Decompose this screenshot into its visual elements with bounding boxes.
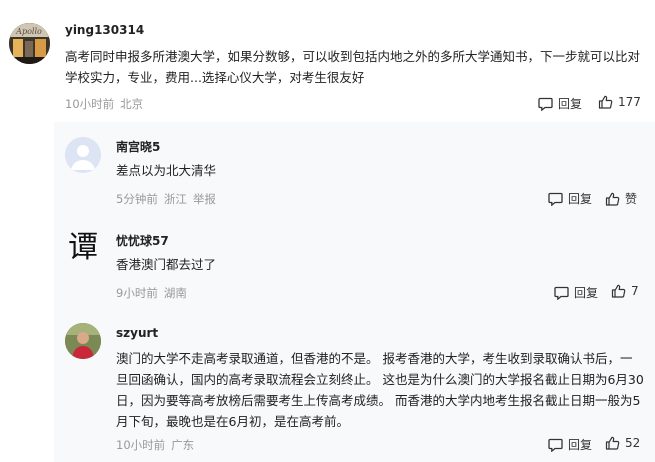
reply-3-username[interactable]: szyurt [116, 326, 158, 340]
reply-1-like-button[interactable]: 赞 [605, 190, 637, 207]
reply-2-like-count: 7 [631, 284, 639, 298]
avatar-reply-1[interactable] [65, 137, 101, 173]
avatar-reply-2[interactable]: 谭 [65, 230, 101, 266]
reply-1-reply-button[interactable]: 回复 [548, 190, 592, 207]
comment-icon [548, 192, 563, 206]
reply-2-time: 9小时前 [116, 286, 158, 300]
reply-1-time: 5分钟前 [116, 192, 158, 206]
avatar-photo-icon: Apollo [9, 23, 50, 64]
thumbs-up-icon [605, 436, 620, 450]
main-reply-button[interactable]: 回复 [538, 95, 582, 112]
reply-2-text: 香港澳门都去过了 [116, 257, 217, 272]
reply-1-reply-label: 回复 [568, 192, 593, 206]
reply-3-like-count: 52 [625, 436, 641, 450]
reply-3-like-button[interactable]: 52 [605, 436, 640, 450]
main-like-count: 177 [618, 95, 641, 109]
reply-3-reply-label: 回复 [568, 438, 593, 452]
comment-icon [554, 286, 569, 300]
comment-icon [548, 438, 563, 452]
reply-3-time: 10小时前 [116, 438, 166, 452]
reply-2-reply-button[interactable]: 回复 [554, 284, 598, 301]
avatar-reply-2-char: 谭 [68, 230, 98, 265]
reply-2-username[interactable]: 忧忧球57 [116, 232, 169, 249]
reply-1-location: 浙江 [163, 192, 187, 206]
thumbs-up-icon [598, 95, 613, 109]
main-meta: 10小时前 北京 [65, 96, 149, 112]
svg-text:Apollo: Apollo [15, 27, 42, 36]
default-avatar-icon [65, 137, 101, 173]
reply-3-meta: 10小时前 广东 [116, 437, 200, 453]
main-location: 北京 [120, 97, 144, 111]
main-comment-text: 高考同时申报多所港澳大学，如果分数够，可以收到包括内地之外的多所大学通知书，下一… [65, 49, 641, 85]
thumbs-up-icon [605, 192, 620, 206]
reply-1-report-link[interactable]: 举报 [193, 192, 216, 206]
comment-icon [538, 97, 553, 111]
reply-2-location: 湖南 [163, 286, 187, 300]
reply-1-like-label: 赞 [625, 192, 638, 206]
reply-2-like-button[interactable]: 7 [611, 284, 639, 298]
reply-2-meta: 9小时前 湖南 [116, 285, 193, 301]
reply-3-text: 澳门的大学不走高考录取通道，但香港的不是。 报考香港的大学，考生收到录取确认书后… [116, 351, 644, 429]
reply-3-reply-button[interactable]: 回复 [548, 436, 592, 453]
reply-1-text: 差点以为北大清华 [116, 163, 217, 178]
avatar-reply-3[interactable] [65, 323, 101, 359]
avatar-photo-icon [65, 323, 101, 359]
reply-1-username[interactable]: 南宫晓5 [116, 138, 160, 155]
reply-3-location: 广东 [171, 438, 195, 452]
main-username[interactable]: ying130314 [65, 23, 144, 37]
main-time: 10小时前 [65, 97, 115, 111]
reply-1-meta: 5分钟前 浙江 举报 [116, 191, 222, 207]
thumbs-up-icon [611, 284, 626, 298]
main-like-button[interactable]: 177 [598, 95, 641, 109]
main-reply-label: 回复 [558, 97, 583, 111]
reply-2-reply-label: 回复 [574, 286, 599, 300]
avatar-main[interactable]: Apollo [9, 23, 50, 64]
